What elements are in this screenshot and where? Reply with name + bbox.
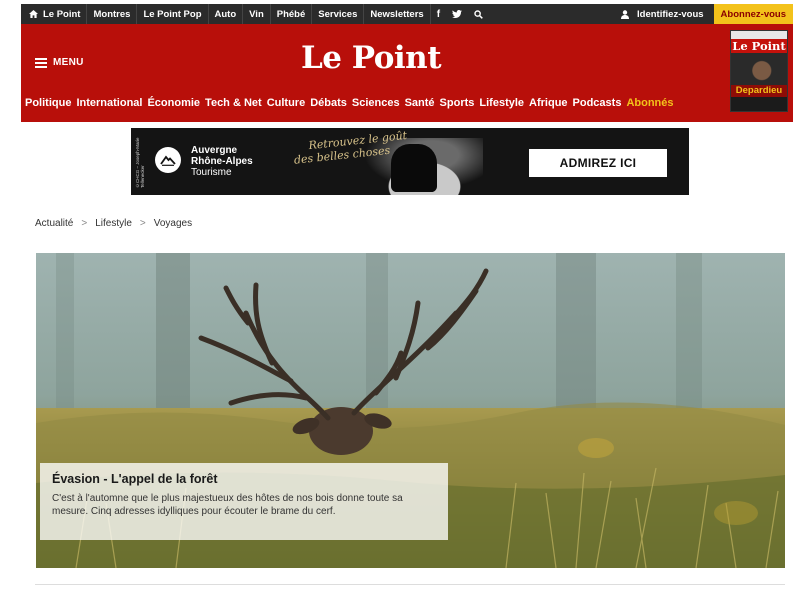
nav-item-abonnes[interactable]: Abonnés	[626, 97, 673, 109]
nav-item-sports[interactable]: Sports	[440, 97, 475, 109]
topbar-link-auto[interactable]: Auto	[209, 4, 244, 24]
nav-item-culture[interactable]: Culture	[267, 97, 306, 109]
ad-brand: Auvergne Rhône-Alpes Tourisme	[191, 145, 253, 178]
nav-item-economie[interactable]: Économie	[147, 97, 200, 109]
topbar-link-le-point-pop[interactable]: Le Point Pop	[137, 4, 209, 24]
magazine-title: Le Point	[731, 39, 787, 53]
ad-brand-line-1: Auvergne	[191, 145, 238, 156]
magazine-top-strip	[731, 31, 787, 39]
chevron-right-icon: >	[139, 218, 146, 229]
magazine-cover[interactable]: Le Point Depardieu	[730, 30, 788, 112]
ad-brand-line-2: Rhône-Alpes	[191, 156, 253, 167]
nav-item-sciences[interactable]: Sciences	[352, 97, 400, 109]
magazine-footer	[731, 97, 787, 111]
magazine-photo	[731, 53, 787, 85]
breadcrumb-item-voyages[interactable]: Voyages	[154, 218, 192, 229]
topbar-links: Le Point Montres Le Point Pop Auto Vin P…	[21, 4, 489, 24]
site-logo[interactable]: Le Point	[21, 40, 721, 76]
facebook-icon[interactable]: f	[431, 4, 446, 24]
ad-brand-line-3: Tourisme	[191, 167, 232, 178]
ad-photo-credit: ©CHCG – Joseph-Marie Tellenecker	[135, 137, 145, 188]
main-nav: Politique International Économie Tech & …	[25, 97, 674, 109]
login-link[interactable]: Identifiez-vous	[611, 4, 714, 24]
ad-banner[interactable]: ©CHCG – Joseph-Marie Tellenecker Auvergn…	[131, 128, 689, 195]
nav-item-podcasts[interactable]: Podcasts	[573, 97, 622, 109]
nav-item-tech-net[interactable]: Tech & Net	[205, 97, 262, 109]
nav-item-sante[interactable]: Santé	[405, 97, 435, 109]
breadcrumb: Actualité > Lifestyle > Voyages	[35, 218, 192, 229]
user-icon	[621, 9, 630, 19]
topbar-link-services[interactable]: Services	[312, 4, 365, 24]
article-summary: C'est à l'automne que le plus majestueux…	[52, 493, 403, 517]
subscribe-button[interactable]: Abonnez-vous	[713, 4, 793, 24]
mountain-logo-icon	[155, 147, 181, 173]
nav-item-lifestyle[interactable]: Lifestyle	[479, 97, 524, 109]
article-title[interactable]: Évasion - L'appel de la forêt	[52, 472, 436, 486]
article-caption[interactable]: Évasion - L'appel de la forêt C'est à l'…	[40, 463, 448, 540]
twitter-icon[interactable]	[446, 4, 468, 24]
site-header: MENU Le Point Le Point Depardieu Politiq…	[21, 24, 793, 122]
login-label: Identifiez-vous	[637, 8, 704, 20]
topbar-link-vin[interactable]: Vin	[243, 4, 271, 24]
breadcrumb-item-lifestyle[interactable]: Lifestyle	[95, 218, 132, 229]
home-icon	[29, 10, 38, 18]
topbar-link-montres[interactable]: Montres	[87, 4, 138, 24]
ad-cta-button[interactable]: ADMIREZ ICI	[529, 149, 667, 177]
magazine-headline: Depardieu	[731, 85, 787, 97]
nav-item-afrique[interactable]: Afrique	[529, 97, 568, 109]
breadcrumb-item-actualite[interactable]: Actualité	[35, 218, 73, 229]
nav-item-politique[interactable]: Politique	[25, 97, 71, 109]
top-utility-bar: Le Point Montres Le Point Pop Auto Vin P…	[21, 4, 793, 24]
topbar-account: Identifiez-vous Abonnez-vous	[611, 4, 793, 24]
topbar-link-le-point[interactable]: Le Point	[21, 4, 88, 24]
topbar-link-phebe[interactable]: Phébé	[271, 4, 313, 24]
topbar-link-label: Le Point	[43, 8, 81, 20]
chevron-right-icon: >	[81, 218, 88, 229]
divider	[35, 584, 785, 585]
nav-item-international[interactable]: International	[76, 97, 142, 109]
topbar-link-newsletters[interactable]: Newsletters	[364, 4, 431, 24]
search-icon[interactable]	[468, 4, 489, 24]
nav-item-debats[interactable]: Débats	[310, 97, 347, 109]
